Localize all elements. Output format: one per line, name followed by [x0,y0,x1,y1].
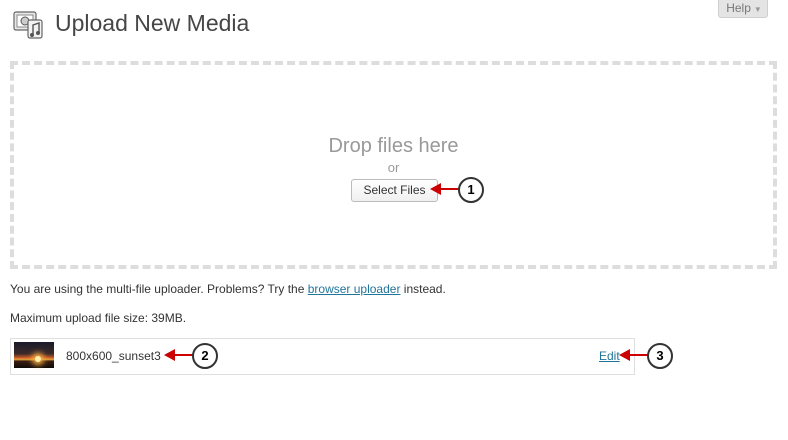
select-files-button[interactable]: Select Files [351,179,438,202]
or-text: or [387,160,400,175]
media-filename: 800x600_sunset3 [66,349,161,363]
sunset-image [35,356,41,362]
callout-3: 3 [647,343,673,369]
uploader-note-prefix: You are using the multi-file uploader. P… [10,282,308,296]
callout-1: 1 [458,177,484,203]
callout-arrow-3 [619,349,649,361]
media-item-row: 800x600_sunset3 Edit [10,338,635,375]
drag-drop-area[interactable]: Drop files here or Select Files [10,61,777,269]
page-title: Upload New Media [55,10,250,36]
uploader-note-suffix: instead. [400,282,446,296]
media-thumbnail [14,342,54,368]
uploader-note: You are using the multi-file uploader. P… [10,282,446,297]
callout-2: 2 [192,343,218,369]
edit-media-link[interactable]: Edit [599,349,620,364]
callout-arrow-2 [164,349,194,361]
chevron-down-icon: ▼ [753,5,762,14]
help-label: Help [726,1,751,15]
max-upload-size: Maximum upload file size: 39MB. [10,311,187,325]
help-tab[interactable]: Help ▼ [718,0,768,18]
callout-arrow-1 [430,183,460,195]
browser-uploader-link[interactable]: browser uploader [308,282,401,296]
media-library-icon [13,11,43,39]
drop-files-text: Drop files here [328,135,459,157]
